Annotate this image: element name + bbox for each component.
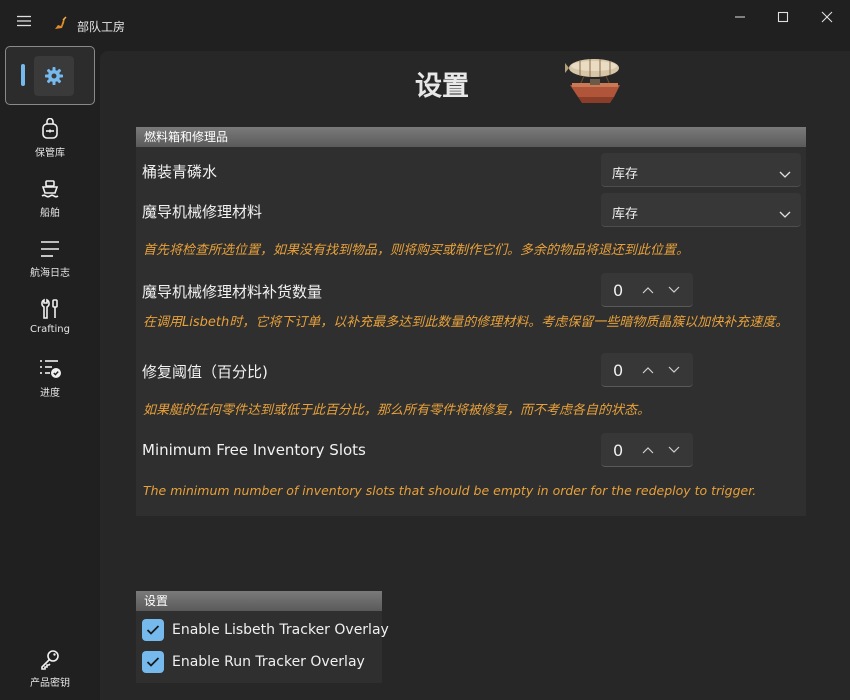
backpack-icon xyxy=(40,116,60,142)
nav-item-product-key[interactable]: 产品密钥 xyxy=(6,642,94,700)
chevron-down-icon xyxy=(779,204,791,223)
run-tracker-checkbox[interactable] xyxy=(142,651,164,673)
wrench-screwdriver-icon xyxy=(39,296,61,322)
key-icon xyxy=(39,646,61,672)
nav-label: 进度 xyxy=(40,388,60,399)
nav-label: Crafting xyxy=(30,324,70,335)
threshold-number-box[interactable]: 0 xyxy=(601,353,693,387)
run-tracker-label[interactable]: Enable Run Tracker Overlay xyxy=(172,654,365,670)
nav-item-ships[interactable]: 船舶 xyxy=(6,172,94,230)
restock-number-box[interactable]: 0 xyxy=(601,273,693,307)
number-value: 0 xyxy=(613,281,624,300)
decrement-button[interactable] xyxy=(665,282,683,298)
threshold-label: 修复阈值（百分比) xyxy=(142,363,268,381)
app-title: 部队工房 xyxy=(77,20,126,34)
page-title: 设置 xyxy=(415,71,469,102)
menu-icon[interactable] xyxy=(12,10,36,32)
increment-button[interactable] xyxy=(639,282,657,298)
water-label: 桶装青磷水 xyxy=(142,163,218,181)
nav-label: 航海日志 xyxy=(30,268,70,279)
decrement-button[interactable] xyxy=(665,442,683,458)
panel-header: 燃料箱和修理品 xyxy=(136,127,806,147)
app-logo-icon xyxy=(52,14,70,32)
nav-label: 保管库 xyxy=(35,148,65,159)
log-list-icon xyxy=(39,236,61,262)
nav-item-progress[interactable]: 进度 xyxy=(6,352,94,410)
dropdown-note: 首先将检查所选位置，如果没有找到物品，则将购买或制作它们。多余的物品将退还到此位… xyxy=(143,243,690,258)
nav-label: 船舶 xyxy=(40,208,60,219)
gear-icon xyxy=(34,56,74,96)
increment-button[interactable] xyxy=(639,442,657,458)
maximize-button[interactable] xyxy=(770,8,796,26)
restock-label: 魔导机械修理材料补货数量 xyxy=(142,283,323,301)
progress-checklist-icon xyxy=(38,356,62,382)
minimize-button[interactable] xyxy=(727,8,753,26)
navigation-pane: 保管库 船舶 航海日志 Crafting 进度 产品密钥 xyxy=(0,46,100,700)
slots-number-box[interactable]: 0 xyxy=(601,433,693,467)
panel-header: 设置 xyxy=(136,591,382,611)
restock-note: 在调用Lisbeth时，它将下订单，以补充最多达到此数量的修理材料。考虑保留一些… xyxy=(143,315,789,330)
chevron-down-icon xyxy=(779,164,791,183)
dropdown-value: 库存 xyxy=(612,167,639,182)
nav-item-settings[interactable] xyxy=(5,46,95,105)
dropdown-value: 库存 xyxy=(612,207,639,222)
increment-button[interactable] xyxy=(639,362,657,378)
slots-label: Minimum Free Inventory Slots xyxy=(142,441,366,459)
water-source-dropdown[interactable]: 库存 xyxy=(601,153,801,187)
lisbeth-overlay-checkbox[interactable] xyxy=(142,619,164,641)
number-value: 0 xyxy=(613,361,624,380)
nav-label: 产品密钥 xyxy=(30,678,70,689)
threshold-note: 如果艇的任何零件达到或低于此百分比，那么所有零件将被修复，而不考虑各自的状态。 xyxy=(143,403,651,418)
nav-item-crafting[interactable]: Crafting xyxy=(6,292,94,350)
slots-note: The minimum number of inventory slots th… xyxy=(143,483,757,498)
material-label: 魔导机械修理材料 xyxy=(142,203,263,221)
lisbeth-overlay-label[interactable]: Enable Lisbeth Tracker Overlay xyxy=(172,622,389,638)
nav-item-vault[interactable]: 保管库 xyxy=(6,112,94,170)
material-source-dropdown[interactable]: 库存 xyxy=(601,193,801,227)
number-value: 0 xyxy=(613,441,624,460)
close-button[interactable] xyxy=(814,8,840,26)
ship-icon xyxy=(39,176,61,202)
airship-illustration xyxy=(564,55,624,110)
nav-item-voyage-log[interactable]: 航海日志 xyxy=(6,232,94,290)
title-bar: 部队工房 xyxy=(0,0,850,46)
decrement-button[interactable] xyxy=(665,362,683,378)
selection-indicator xyxy=(21,64,25,86)
